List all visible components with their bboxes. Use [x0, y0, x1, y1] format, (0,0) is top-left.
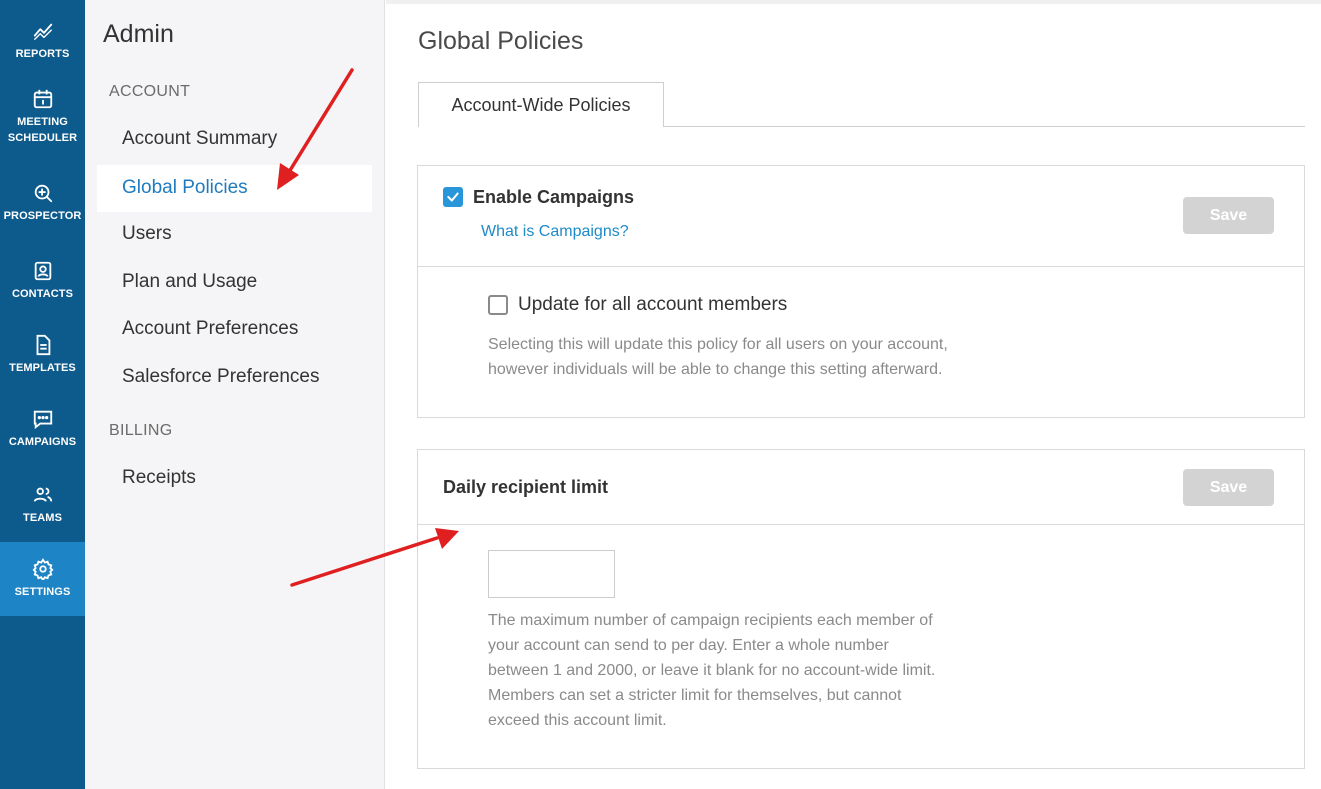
campaigns-save-button[interactable]: Save	[1183, 197, 1274, 234]
sidebar-item-global-policies[interactable]: Global Policies	[97, 165, 372, 212]
sidebar-item-account-preferences[interactable]: Account Preferences	[122, 318, 298, 340]
daily-limit-title: Daily recipient limit	[443, 477, 609, 497]
page-title: Global Policies	[418, 27, 584, 55]
sidebar-item-salesforce-preferences[interactable]: Salesforce Preferences	[122, 366, 320, 388]
document-icon	[36, 334, 50, 356]
help-line: between 1 and 2000, or leave it blank fo…	[488, 662, 936, 679]
help-line: however individuals will be able to chan…	[488, 361, 943, 378]
sidebar-item-plan-and-usage[interactable]: Plan and Usage	[122, 271, 257, 293]
chat-bubble-icon	[33, 410, 52, 430]
rail-item-templates[interactable]: TEMPLATES	[0, 334, 85, 376]
panel-divider	[418, 266, 1304, 267]
daily-limit-panel: Daily recipient limit Save The maximum n…	[417, 449, 1305, 769]
section-heading-account: ACCOUNT	[109, 83, 191, 100]
rail-item-settings[interactable]: SETTINGS	[0, 542, 85, 616]
rail-item-campaigns[interactable]: CAMPAIGNS	[0, 408, 85, 450]
rail-label: CAMPAIGNS	[8, 436, 77, 448]
sidebar-item-receipts[interactable]: Receipts	[122, 467, 196, 489]
rail-label: TEMPLATES	[9, 362, 76, 374]
calendar-icon	[33, 89, 52, 109]
admin-sidebar: Admin ACCOUNT Account Summary Global Pol…	[85, 0, 385, 789]
contact-card-icon	[34, 261, 51, 281]
daily-limit-help-text: The maximum number of campaign recipient…	[488, 608, 935, 733]
help-line: The maximum number of campaign recipient…	[488, 612, 933, 629]
update-all-members-checkbox[interactable]	[488, 295, 508, 315]
sidebar-item-users[interactable]: Users	[122, 223, 172, 245]
enable-campaigns-label: Enable Campaigns	[473, 187, 635, 207]
checkmark-icon	[447, 192, 459, 202]
rail-label: MEETING SCHEDULER	[7, 116, 78, 144]
rail-label: PROSPECTOR	[3, 210, 82, 222]
gear-icon	[32, 558, 53, 580]
sidebar-item-label: Global Policies	[122, 177, 248, 198]
sidebar-item-account-summary[interactable]: Account Summary	[122, 128, 277, 150]
rail-label: TEAMS	[23, 512, 62, 524]
help-line: Members can set a stricter limit for the…	[488, 687, 902, 704]
rail-label: REPORTS	[15, 48, 70, 60]
update-all-help-text: Selecting this will update this policy f…	[488, 332, 948, 382]
people-icon	[33, 487, 52, 502]
rail-item-reports[interactable]: REPORTS	[0, 20, 85, 62]
rail-item-meeting-scheduler[interactable]: MEETING SCHEDULER	[0, 88, 85, 146]
campaigns-policy-panel: Enable Campaigns What is Campaigns? Save…	[417, 165, 1305, 418]
what-is-campaigns-link[interactable]: What is Campaigns?	[481, 223, 629, 241]
main-content: Global Policies Account-Wide Policies En…	[386, 0, 1321, 789]
chart-line-icon	[33, 23, 52, 40]
daily-limit-input[interactable]	[488, 550, 615, 598]
tab-account-wide-policies[interactable]: Account-Wide Policies	[418, 82, 664, 127]
rail-label: SETTINGS	[14, 586, 71, 598]
icon-rail: REPORTS MEETING SCHEDULER PROSPECTOR CON…	[0, 0, 85, 789]
update-all-members-label: Update for all account members	[518, 294, 788, 315]
panel-divider	[418, 524, 1304, 525]
rail-label: CONTACTS	[11, 288, 74, 300]
daily-limit-save-button[interactable]: Save	[1183, 469, 1274, 506]
sidebar-title: Admin	[103, 20, 174, 48]
help-line: your account can send to per day. Enter …	[488, 637, 889, 654]
help-line: Selecting this will update this policy f…	[488, 336, 948, 353]
rail-item-teams[interactable]: TEAMS	[0, 484, 85, 526]
enable-campaigns-checkbox[interactable]	[443, 187, 463, 207]
section-heading-billing: BILLING	[109, 422, 173, 439]
zoom-plus-icon	[34, 184, 52, 203]
top-divider	[386, 0, 1321, 4]
help-line: exceed this account limit.	[488, 712, 667, 729]
rail-item-prospector[interactable]: PROSPECTOR	[0, 182, 85, 224]
rail-item-contacts[interactable]: CONTACTS	[0, 260, 85, 302]
